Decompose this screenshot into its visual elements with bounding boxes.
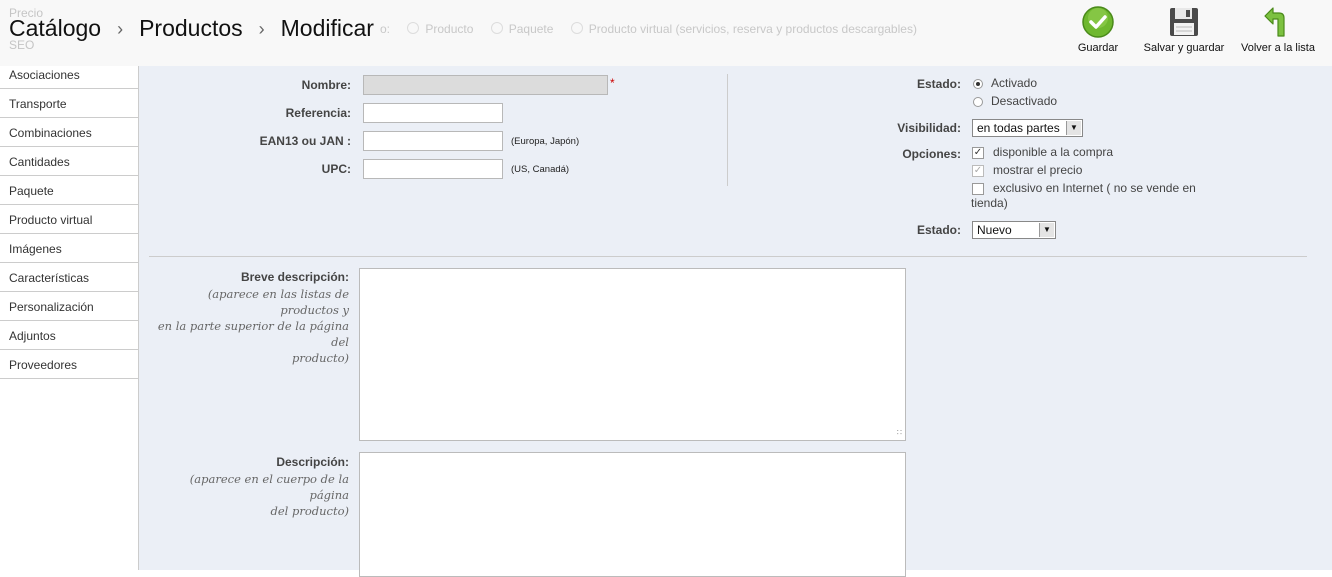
ean13-label: EAN13 ou JAN : bbox=[259, 134, 351, 148]
back-arrow-icon bbox=[1264, 7, 1285, 37]
options-label: Opciones: bbox=[902, 147, 961, 161]
save-check-icon bbox=[1082, 6, 1114, 38]
required-marker: * bbox=[610, 76, 615, 90]
description-help: (aparece en el cuerpo de la página del p… bbox=[149, 471, 349, 519]
sidebar-item-virtual-product[interactable]: Producto virtual bbox=[0, 205, 138, 234]
column-divider bbox=[727, 74, 728, 186]
online-only-checkbox[interactable] bbox=[972, 183, 984, 195]
sidebar-item-images[interactable]: Imágenes bbox=[0, 234, 138, 263]
sidebar-item-quantities[interactable]: Cantidades bbox=[0, 147, 138, 176]
floppy-disk-icon bbox=[1170, 8, 1198, 36]
show-price-checkbox[interactable]: ✓ bbox=[972, 165, 984, 177]
online-only-label-cont: tienda) bbox=[971, 196, 1008, 210]
name-label: Nombre: bbox=[301, 78, 351, 92]
reference-input[interactable] bbox=[363, 103, 503, 123]
visibility-label: Visibilidad: bbox=[897, 121, 961, 135]
short-description-help: (aparece en las listas de productos y en… bbox=[149, 286, 349, 366]
sidebar-item-associations[interactable]: Asociaciones bbox=[0, 66, 138, 89]
upc-input[interactable] bbox=[363, 159, 503, 179]
name-input[interactable] bbox=[363, 75, 608, 95]
short-description-label-block: Breve descripción: (aparece en las lista… bbox=[149, 270, 349, 366]
short-description-help-line: (aparece en las listas de productos y bbox=[207, 287, 349, 317]
ean13-input[interactable] bbox=[363, 131, 503, 151]
available-for-order-label[interactable]: disponible a la compra bbox=[993, 145, 1113, 159]
back-to-list-label: Volver a la lista bbox=[1241, 42, 1315, 54]
breadcrumb: Catálogo › Productos › Modificar bbox=[9, 15, 374, 42]
page-header: Precio SEO o: Producto Paquete Producto … bbox=[0, 0, 1332, 67]
ghost-type-virtual: Producto virtual (servicios, reserva y p… bbox=[570, 22, 917, 36]
upc-hint: (US, Canadá) bbox=[511, 164, 570, 175]
dropdown-arrow-icon: ▼ bbox=[1039, 223, 1054, 237]
condition-select[interactable]: Nuevo ▼ bbox=[972, 221, 1056, 239]
product-form: Nombre: * Referencia: EAN13 ou JAN : (Eu… bbox=[139, 66, 1332, 577]
description-help-line: del producto) bbox=[270, 504, 349, 518]
sidebar-item-customization[interactable]: Personalización bbox=[0, 292, 138, 321]
ghost-product-type: o: Producto Paquete Producto virtual (se… bbox=[380, 22, 931, 36]
reference-label: Referencia: bbox=[285, 106, 351, 120]
description-help-line: (aparece en el cuerpo de la página bbox=[189, 472, 349, 502]
save-and-stay-label: Salvar y guardar bbox=[1143, 42, 1225, 54]
condition-label: Estado: bbox=[916, 223, 961, 237]
ean13-hint: (Europa, Japón) bbox=[511, 136, 580, 147]
visibility-select[interactable]: en todas partes ▼ bbox=[972, 119, 1083, 137]
breadcrumb-edit: Modificar bbox=[280, 15, 374, 41]
visibility-value: en todas partes bbox=[977, 121, 1060, 135]
sidebar-item-combinations[interactable]: Combinaciones bbox=[0, 118, 138, 147]
sidebar-item-suppliers[interactable]: Proveedores bbox=[0, 350, 138, 379]
short-description-label: Breve descripción: bbox=[240, 270, 349, 284]
status-inactive-label[interactable]: Desactivado bbox=[991, 94, 1057, 108]
toolbar: Guardar Salvar y guardar Volver a la lis… bbox=[1070, 6, 1318, 54]
status-active-label[interactable]: Activado bbox=[991, 76, 1037, 90]
chevron-right-icon: › bbox=[258, 19, 265, 39]
ghost-type-product: Producto bbox=[407, 22, 473, 36]
sidebar-item-pack[interactable]: Paquete bbox=[0, 176, 138, 205]
ghost-type-label: o: bbox=[380, 22, 391, 36]
save-button[interactable]: Guardar bbox=[1070, 6, 1126, 54]
ghost-type-pack: Paquete bbox=[490, 22, 553, 36]
sidebar-item-attachments[interactable]: Adjuntos bbox=[0, 321, 138, 350]
breadcrumb-products[interactable]: Productos bbox=[139, 15, 243, 41]
breadcrumb-catalog[interactable]: Catálogo bbox=[9, 15, 101, 41]
status-active-radio[interactable] bbox=[973, 79, 983, 89]
back-to-list-button[interactable]: Volver a la lista bbox=[1238, 6, 1318, 54]
save-and-stay-button[interactable]: Salvar y guardar bbox=[1138, 6, 1230, 54]
online-only-label[interactable]: exclusivo en Internet ( no se vende en bbox=[993, 181, 1196, 195]
resize-grip-icon[interactable]: ∷ bbox=[897, 428, 902, 437]
sidebar-item-features[interactable]: Características bbox=[0, 263, 138, 292]
short-description-textarea[interactable]: ∷ bbox=[359, 268, 906, 441]
save-button-label: Guardar bbox=[1077, 42, 1119, 54]
description-label: Descripción: bbox=[276, 455, 349, 469]
show-price-label[interactable]: mostrar el precio bbox=[993, 163, 1082, 177]
status-label: Estado: bbox=[916, 77, 961, 91]
status-inactive-radio[interactable] bbox=[973, 97, 983, 107]
section-divider bbox=[149, 256, 1307, 257]
sidebar-item-shipping[interactable]: Transporte bbox=[0, 89, 138, 118]
short-description-help-line: producto) bbox=[291, 351, 349, 365]
condition-value: Nuevo bbox=[977, 223, 1012, 237]
available-for-order-checkbox[interactable]: ✓ bbox=[972, 147, 984, 159]
chevron-right-icon: › bbox=[117, 19, 124, 39]
upc-label: UPC: bbox=[321, 162, 351, 176]
dropdown-arrow-icon: ▼ bbox=[1066, 121, 1081, 135]
short-description-help-line: en la parte superior de la página del bbox=[157, 319, 349, 349]
description-textarea[interactable] bbox=[359, 452, 906, 577]
product-tabs-sidebar: Asociaciones Transporte Combinaciones Ca… bbox=[0, 66, 139, 570]
description-label-block: Descripción: (aparece en el cuerpo de la… bbox=[149, 455, 349, 519]
